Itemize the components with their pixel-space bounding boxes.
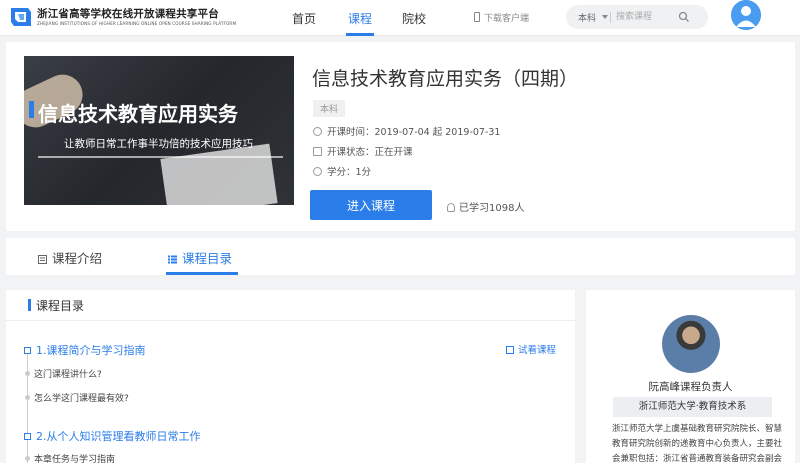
chapter-title: 2.从个人知识管理看教师日常工作 [36, 430, 201, 443]
phone-icon [474, 12, 480, 22]
cover-decoration [160, 143, 278, 205]
lesson-item[interactable]: 怎么学这门课程最有效? [34, 391, 129, 404]
status-value: 正在开课 [374, 147, 413, 158]
document-icon [38, 255, 47, 264]
nav-home[interactable]: 首页 [292, 10, 316, 27]
teacher-photo [662, 315, 720, 373]
search-icon[interactable] [678, 11, 690, 23]
search-box: 本科 [566, 5, 708, 29]
chapter-item[interactable]: 1.课程简介与学习指南 [24, 342, 146, 358]
user-avatar[interactable] [731, 0, 761, 30]
cover-title-bar [29, 101, 34, 118]
tab-course-catalog[interactable]: 课程目录 [168, 248, 232, 267]
credit-value: 1分 [355, 167, 372, 178]
cover-title: 信息技术教育应用实务 [38, 102, 238, 126]
course-hero: 信息技术教育应用实务 让教师日常工作事半功倍的技术应用技巧 信息技术教育应用实务… [6, 42, 795, 231]
download-client-link[interactable]: 下载客户端 [474, 11, 529, 24]
chapter-item[interactable]: 2.从个人知识管理看教师日常工作 [24, 428, 201, 444]
list-icon [168, 255, 177, 264]
section-marker [28, 299, 31, 311]
nav-courses[interactable]: 课程 [348, 10, 372, 27]
trial-label: 试看课程 [518, 345, 557, 356]
play-icon [506, 346, 514, 354]
chevron-down-icon[interactable] [602, 15, 608, 19]
nav-schools[interactable]: 院校 [402, 10, 426, 27]
catalog-panel: 课程目录 1.课程简介与学习指南 试看课程 这门课程讲什么? 怎么学这门课程最有… [6, 290, 575, 463]
site-subtitle: ZHEJIANG INSTITUTIONS OF HIGHER LEARNING… [37, 21, 237, 26]
teacher-department: 浙江师范大学·教育技术系 [613, 397, 772, 417]
credit-icon [313, 167, 322, 176]
learners-text: 已学习1098人 [459, 203, 525, 214]
trial-course-link[interactable]: 试看课程 [506, 342, 556, 356]
catalog-header: 课程目录 [36, 299, 85, 313]
teacher-bio: 浙江师范大学上虞基础教育研究院院长、智慧 教育研究院创新的递教育中心负责人，主要… [612, 422, 782, 463]
credit-label: 学分： [327, 167, 356, 178]
tab-label: 课程目录 [182, 251, 233, 266]
top-header: 浙江省高等学校在线开放课程共享平台 ZHEJIANG INSTITUTIONS … [0, 0, 800, 36]
search-scope-select[interactable]: 本科 [578, 11, 596, 24]
site-title[interactable]: 浙江省高等学校在线开放课程共享平台 [37, 6, 219, 21]
chapter-title: 1.课程简介与学习指南 [36, 344, 146, 357]
person-icon [447, 203, 455, 212]
tab-course-intro[interactable]: 课程介绍 [38, 248, 102, 267]
course-cover-image: 信息技术教育应用实务 让教师日常工作事半功倍的技术应用技巧 [24, 56, 294, 205]
status-label: 开课状态： [327, 147, 375, 158]
lesson-dot [25, 371, 30, 376]
search-input[interactable] [616, 9, 686, 25]
course-credit: 学分：1分 [313, 164, 371, 178]
lesson-dot [25, 395, 30, 400]
lesson-item[interactable]: 本章任务与学习指南 [34, 452, 115, 463]
teacher-name: 阮高峰课程负责人 [648, 381, 733, 393]
learners-count: 已学习1098人 [447, 199, 524, 214]
course-title: 信息技术教育应用实务（四期） [312, 68, 579, 90]
bio-line: 浙江师范大学上虞基础教育研究院院长、智慧 [612, 424, 783, 434]
bio-line: 会兼职包括：浙江省普通教育装备研究会副会 [612, 454, 783, 463]
download-label: 下载客户端 [484, 14, 530, 24]
enter-course-button[interactable]: 进入课程 [310, 190, 432, 220]
start-time: 开课时间：2019-07-04 起 2019-07-31 [313, 124, 500, 138]
cover-divider [38, 156, 283, 158]
start-time-label: 开课时间： [327, 127, 375, 138]
level-badge: 本科 [313, 100, 346, 117]
divider [6, 320, 575, 321]
chapter-marker-icon [24, 347, 31, 354]
catalog-timeline [27, 348, 28, 463]
nav-active-underline [346, 33, 374, 36]
search-divider [610, 12, 611, 23]
chapter-marker-icon [24, 433, 31, 440]
course-status: 开课状态：正在开课 [313, 144, 413, 158]
start-time-value: 2019-07-04 起 2019-07-31 [374, 127, 501, 138]
book-icon [313, 147, 322, 156]
clock-icon [313, 127, 322, 136]
tab-label: 课程介绍 [52, 251, 103, 266]
lesson-dot [25, 456, 30, 461]
course-tabs: 课程介绍 课程目录 [6, 238, 795, 275]
lesson-item[interactable]: 这门课程讲什么? [34, 367, 102, 380]
cover-subtitle: 让教师日常工作事半功倍的技术应用技巧 [64, 138, 253, 150]
teacher-panel: 阮高峰课程负责人 浙江师范大学·教育技术系 浙江师范大学上虞基础教育研究院院长、… [586, 290, 795, 463]
platform-logo-icon[interactable] [8, 4, 34, 30]
bio-line: 教育研究院创新的递教育中心负责人，主要社 [612, 439, 783, 449]
tab-active-underline [166, 272, 238, 275]
